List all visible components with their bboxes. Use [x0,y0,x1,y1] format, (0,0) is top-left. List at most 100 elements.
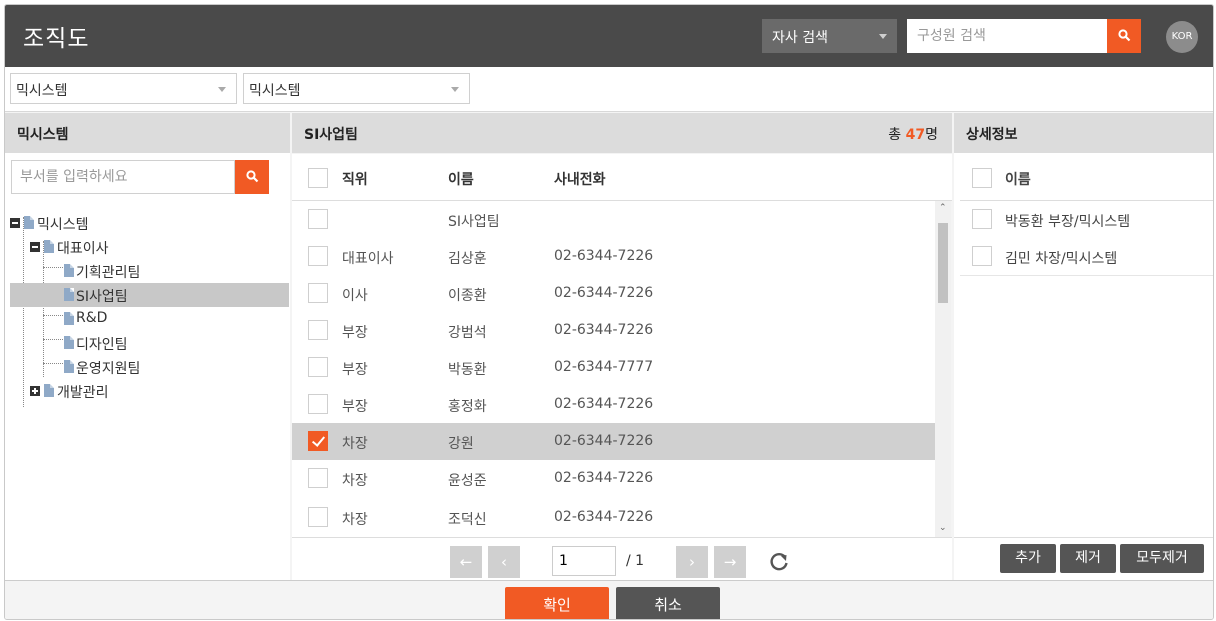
tree-connector [43,267,63,268]
tree-node-ceo[interactable]: 대표이사 [30,235,280,259]
first-page-button[interactable]: ← [450,546,482,578]
cell-name: 강원 [448,436,474,452]
language-button[interactable]: KOR [1166,21,1198,53]
department-select[interactable]: 믹시스템 [243,73,470,104]
collapse-icon[interactable] [10,218,20,228]
chevron-down-icon [879,34,887,39]
cancel-button[interactable]: 취소 [616,587,720,619]
row-checkbox[interactable] [308,320,328,340]
prev-page-button[interactable]: ‹ [488,546,520,578]
tree-connector [43,339,63,340]
column-position: 직위 [342,172,368,188]
pagination: ← ‹ / 1 › → [292,537,952,584]
row-checkbox[interactable] [308,283,328,303]
cell-phone: 02-6344-7226 [554,396,654,412]
table-row[interactable]: 부장 강범석 02-6344-7226 [292,312,935,350]
tree-node-design[interactable]: 디자인팀 [64,331,280,355]
detail-row-checkbox[interactable] [972,246,992,266]
table-row[interactable]: 대표이사 김상훈 02-6344-7226 [292,238,935,276]
tree-node-label: 기획관리팀 [76,265,141,281]
document-icon [64,288,74,301]
chevron-down-icon [451,87,459,92]
tree-node-operations[interactable]: 운영지원팀 [64,355,280,379]
table-row[interactable]: 차장 조덕신 02-6344-7226 [292,497,935,538]
cell-name: 조덕신 [448,512,487,528]
tree-node-dev-mgmt[interactable]: 개발관리 [30,379,280,403]
cell-phone: 02-6344-7226 [554,509,654,525]
row-checkbox[interactable] [308,246,328,266]
cell-phone: 02-6344-7226 [554,470,654,486]
row-checkbox[interactable] [308,394,328,414]
tree-node-rnd[interactable]: R&D [64,307,280,331]
table-row[interactable]: 차장 윤성준 02-6344-7226 [292,460,935,498]
divider [954,537,1213,538]
company-select[interactable]: 믹시스템 [10,73,237,104]
tree-node-label: 믹시스템 [37,217,89,233]
search-icon [1118,29,1131,42]
member-search-input[interactable] [907,19,1107,53]
detail-row-checkbox[interactable] [972,209,992,229]
document-icon [44,240,54,253]
tree-connector [23,217,24,407]
tree-node-label: 대표이사 [57,241,109,257]
list-item[interactable]: 김민 차장/믹시스템 [960,238,1213,276]
scroll-up-icon[interactable]: ⌃ [939,203,947,213]
last-page-button[interactable]: → [714,546,746,578]
member-search-button[interactable] [1107,19,1141,53]
next-page-button[interactable]: › [676,546,708,578]
member-panel-title: SI사업팀 [304,127,358,143]
table-row[interactable]: 부장 홍정화 02-6344-7226 [292,386,935,424]
page-number-input[interactable] [552,546,616,576]
scrollbar-thumb[interactable] [938,223,948,303]
add-button[interactable]: 추가 [1000,544,1056,573]
cell-name: 김상훈 [448,251,487,267]
search-icon [246,170,259,183]
detail-panel-header: 상세정보 [954,113,1213,153]
list-item[interactable]: 박동환 부장/믹시스템 [960,201,1213,239]
department-search-input[interactable] [11,160,235,194]
company-select-value: 믹시스템 [16,83,68,99]
table-row[interactable]: 이사 이종환 02-6344-7226 [292,275,935,313]
member-panel-header: SI사업팀 총 47명 [292,113,952,153]
department-select-value: 믹시스템 [249,83,301,99]
tree-panel-header: 믹시스템 [5,113,290,153]
confirm-button[interactable]: 확인 [505,587,609,619]
collapse-icon[interactable] [30,242,40,252]
company-search-label: 자사 검색 [772,30,828,46]
row-checkbox[interactable] [308,357,328,377]
row-checkbox[interactable] [308,468,328,488]
column-name: 이름 [448,172,474,188]
row-checkbox[interactable] [308,209,328,229]
table-row[interactable]: 부장 박동환 02-6344-7777 [292,349,935,387]
document-icon [64,264,74,277]
document-icon [64,360,74,373]
select-all-checkbox[interactable] [308,168,328,188]
scroll-down-icon[interactable]: ⌄ [939,523,947,533]
company-search-select[interactable]: 자사 검색 [762,19,897,53]
expand-icon[interactable] [30,386,40,396]
cell-position: 대표이사 [342,251,394,267]
tree-connector [43,363,63,364]
tree-node-root[interactable]: 믹시스템 [10,211,280,235]
remove-all-button[interactable]: 모두제거 [1120,544,1204,573]
table-row-selected[interactable]: 차장 강원 02-6344-7226 [292,423,935,461]
department-search-button[interactable] [235,160,269,194]
table-row[interactable]: SI사업팀 [292,201,935,239]
page-total: / 1 [626,553,645,569]
total-prefix: 총 [888,127,902,143]
member-table-scrollbar[interactable]: ⌃ ⌄ [935,201,951,537]
row-checkbox[interactable] [308,507,328,527]
cell-position: 이사 [342,288,368,304]
cell-position: 부장 [342,325,368,341]
tree-node-si[interactable]: SI사업팀 [10,283,289,307]
tree-node-planning[interactable]: 기획관리팀 [64,259,280,283]
cell-name: 윤성준 [448,473,487,489]
refresh-icon[interactable] [768,551,790,573]
tree-node-label: SI사업팀 [76,289,128,305]
tree-node-label: 운영지원팀 [76,361,141,377]
detail-column-name: 이름 [1005,172,1031,188]
cell-position: 부장 [342,362,368,378]
row-checkbox-checked[interactable] [308,431,328,451]
detail-select-all-checkbox[interactable] [972,168,992,188]
remove-button[interactable]: 제거 [1060,544,1116,573]
